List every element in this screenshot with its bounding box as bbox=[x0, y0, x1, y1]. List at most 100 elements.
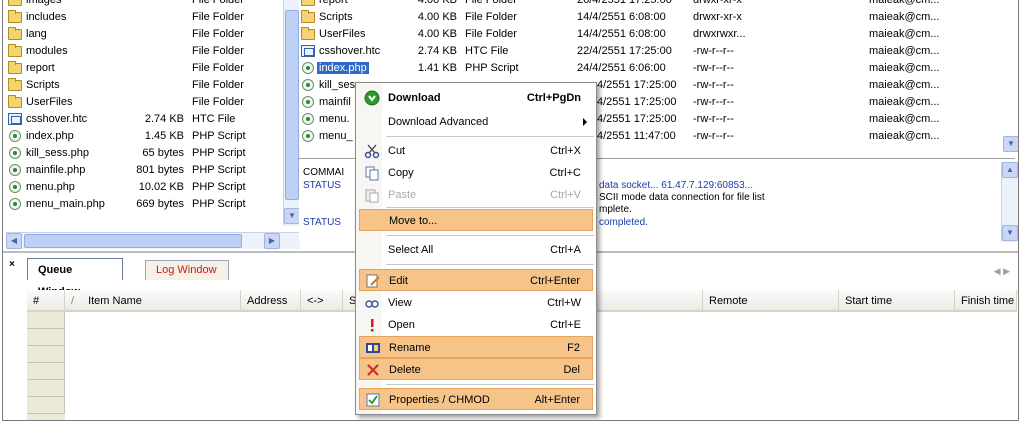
row-header bbox=[27, 312, 65, 329]
tab-log-window[interactable]: Log Window bbox=[145, 260, 229, 280]
scroll-left-button[interactable]: ◀ bbox=[6, 233, 22, 249]
file-row[interactable]: mainfile.php 801 bytes PHP Script bbox=[6, 162, 277, 178]
file-row[interactable]: Scripts File Folder bbox=[6, 77, 277, 93]
file-type: PHP Script bbox=[192, 164, 246, 176]
log-vertical-scrollbar[interactable]: ▲ ▼ bbox=[1001, 162, 1018, 242]
file-type: File Folder bbox=[192, 96, 244, 108]
remote-vertical-scrollbar[interactable]: ▼ bbox=[1003, 136, 1018, 154]
column-header[interactable]: # bbox=[27, 290, 65, 312]
file-owner: maieak@cm... bbox=[869, 79, 940, 91]
file-name: menu_main.php bbox=[26, 198, 105, 210]
file-size: 1.45 KB bbox=[144, 130, 184, 142]
file-row[interactable]: index.php 1.45 KB PHP Script bbox=[6, 128, 277, 144]
folder-icon bbox=[8, 10, 22, 23]
scroll-down-button[interactable]: ▼ bbox=[1002, 225, 1018, 241]
menu-item-shortcut: Ctrl+E bbox=[550, 319, 581, 331]
file-date: 24/4/2551 6:06:00 bbox=[577, 62, 666, 74]
file-type: PHP Script bbox=[192, 181, 246, 193]
menu-item-cut[interactable]: Cut Ctrl+X bbox=[359, 140, 593, 162]
local-file-list[interactable]: images File Folder includes File Folder … bbox=[6, 0, 277, 226]
download-icon bbox=[364, 90, 380, 106]
menu-item-label: Copy bbox=[388, 167, 414, 179]
tab-scroll-arrows-icon[interactable]: ◀ ▶ bbox=[994, 266, 1010, 277]
file-date: 4/2551 17:25:00 bbox=[597, 96, 677, 108]
menu-item-edit[interactable]: Edit Ctrl+Enter bbox=[359, 269, 593, 291]
file-row[interactable]: menu.php 10.02 KB PHP Script bbox=[6, 179, 277, 195]
file-row[interactable]: menu_main.php 669 bytes PHP Script bbox=[6, 196, 277, 212]
view-icon bbox=[365, 300, 379, 308]
column-label: Item Name bbox=[88, 295, 142, 307]
close-icon[interactable]: × bbox=[9, 259, 15, 270]
php-file-icon bbox=[9, 164, 21, 176]
menu-item-rename[interactable]: Rename F2 bbox=[359, 336, 593, 358]
menu-item-shortcut: Ctrl+W bbox=[547, 297, 581, 309]
scroll-right-button[interactable]: ▶ bbox=[264, 233, 280, 249]
file-owner: maieak@cm... bbox=[869, 28, 940, 40]
menu-item-delete[interactable]: Delete Del bbox=[359, 358, 593, 380]
file-name: includes bbox=[26, 11, 67, 23]
scroll-up-button[interactable]: ▲ bbox=[1002, 162, 1018, 178]
file-date: 14/4/2551 6:08:00 bbox=[577, 11, 666, 23]
file-row[interactable]: UserFiles 4.00 KB File Folder 14/4/2551 … bbox=[299, 26, 1015, 42]
file-name: report bbox=[26, 62, 55, 74]
php-file-icon bbox=[9, 147, 21, 159]
file-date: 22/4/2551 17:25:00 bbox=[577, 45, 672, 57]
menu-item-shortcut: Ctrl+A bbox=[550, 244, 581, 256]
file-row[interactable]: UserFiles File Folder bbox=[6, 94, 277, 110]
folder-icon bbox=[8, 44, 22, 57]
column-header[interactable]: / Item Name bbox=[65, 290, 241, 312]
file-row[interactable]: kill_sess.php 65 bytes PHP Script bbox=[6, 145, 277, 161]
menu-item-shortcut: Ctrl+Enter bbox=[530, 275, 580, 287]
column-header[interactable]: Start time bbox=[839, 290, 955, 312]
column-header[interactable]: Remote bbox=[703, 290, 839, 312]
menu-item-properties[interactable]: Properties / CHMOD Alt+Enter bbox=[359, 388, 593, 410]
file-row[interactable]: csshover.htc 2.74 KB HTC File bbox=[6, 111, 277, 127]
file-row[interactable]: report File Folder bbox=[6, 60, 277, 76]
file-row[interactable]: includes File Folder bbox=[6, 9, 277, 25]
menu-item-copy[interactable]: Copy Ctrl+C bbox=[359, 162, 593, 184]
file-row-selected[interactable]: index.php 1.41 KB PHP Script 24/4/2551 6… bbox=[299, 60, 1015, 76]
file-row[interactable]: Scripts 4.00 KB File Folder 14/4/2551 6:… bbox=[299, 9, 1015, 25]
tab-queue-window[interactable]: Queue Window bbox=[27, 258, 123, 298]
file-type: HTC File bbox=[465, 45, 509, 57]
row-header bbox=[27, 380, 65, 397]
file-owner: maieak@cm... bbox=[869, 0, 940, 6]
menu-item-paste[interactable]: Paste Ctrl+V bbox=[359, 184, 593, 206]
file-size: 10.02 KB bbox=[138, 181, 184, 193]
scrollbar-thumb[interactable] bbox=[24, 234, 242, 248]
menu-item-shortcut: Del bbox=[563, 364, 580, 376]
folder-icon bbox=[8, 95, 22, 108]
file-row[interactable]: csshover.htc 2.74 KB HTC File 22/4/2551 … bbox=[299, 43, 1015, 59]
scroll-down-button[interactable]: ▼ bbox=[1003, 136, 1018, 152]
file-name: index.php bbox=[317, 62, 369, 74]
menu-item-label: Rename bbox=[389, 342, 431, 354]
file-row[interactable]: modules File Folder bbox=[6, 43, 277, 59]
scrollbar-thumb[interactable] bbox=[285, 10, 299, 200]
local-vertical-scrollbar[interactable]: ▼ bbox=[283, 0, 300, 226]
column-header[interactable]: Address bbox=[241, 290, 301, 312]
file-attributes: drwxr-xr-x bbox=[693, 0, 742, 6]
php-file-icon bbox=[302, 96, 314, 108]
menu-item-open[interactable]: Open Ctrl+E bbox=[359, 314, 593, 336]
file-name: kill_ses bbox=[319, 79, 356, 91]
menu-separator bbox=[386, 136, 594, 137]
menu-item-select-all[interactable]: Select All Ctrl+A bbox=[359, 239, 593, 261]
file-row[interactable]: lang File Folder bbox=[6, 26, 277, 42]
menu-item-view[interactable]: View Ctrl+W bbox=[359, 292, 593, 314]
column-header[interactable]: <-> bbox=[301, 290, 343, 312]
htc-file-icon bbox=[301, 45, 315, 57]
menu-item-move-to[interactable]: Move to... bbox=[359, 209, 593, 231]
file-name: menu.php bbox=[26, 181, 75, 193]
menu-item-download[interactable]: Download Ctrl+PgDn bbox=[359, 85, 593, 111]
row-header bbox=[27, 363, 65, 380]
column-header[interactable]: Finish time bbox=[955, 290, 1017, 312]
menu-item-label: Edit bbox=[389, 275, 408, 287]
scroll-down-button[interactable]: ▼ bbox=[284, 208, 300, 224]
file-size: 4.00 KB bbox=[417, 11, 457, 23]
file-name: kill_sess.php bbox=[26, 147, 89, 159]
menu-item-download-advanced[interactable]: Download Advanced bbox=[359, 111, 593, 133]
file-row[interactable]: images File Folder bbox=[6, 0, 277, 8]
local-horizontal-scrollbar[interactable]: ◀ ▶ bbox=[6, 232, 300, 249]
php-file-icon bbox=[9, 130, 21, 142]
file-row[interactable]: report 4.00 KB File Folder 26/4/2551 17:… bbox=[299, 0, 1015, 8]
